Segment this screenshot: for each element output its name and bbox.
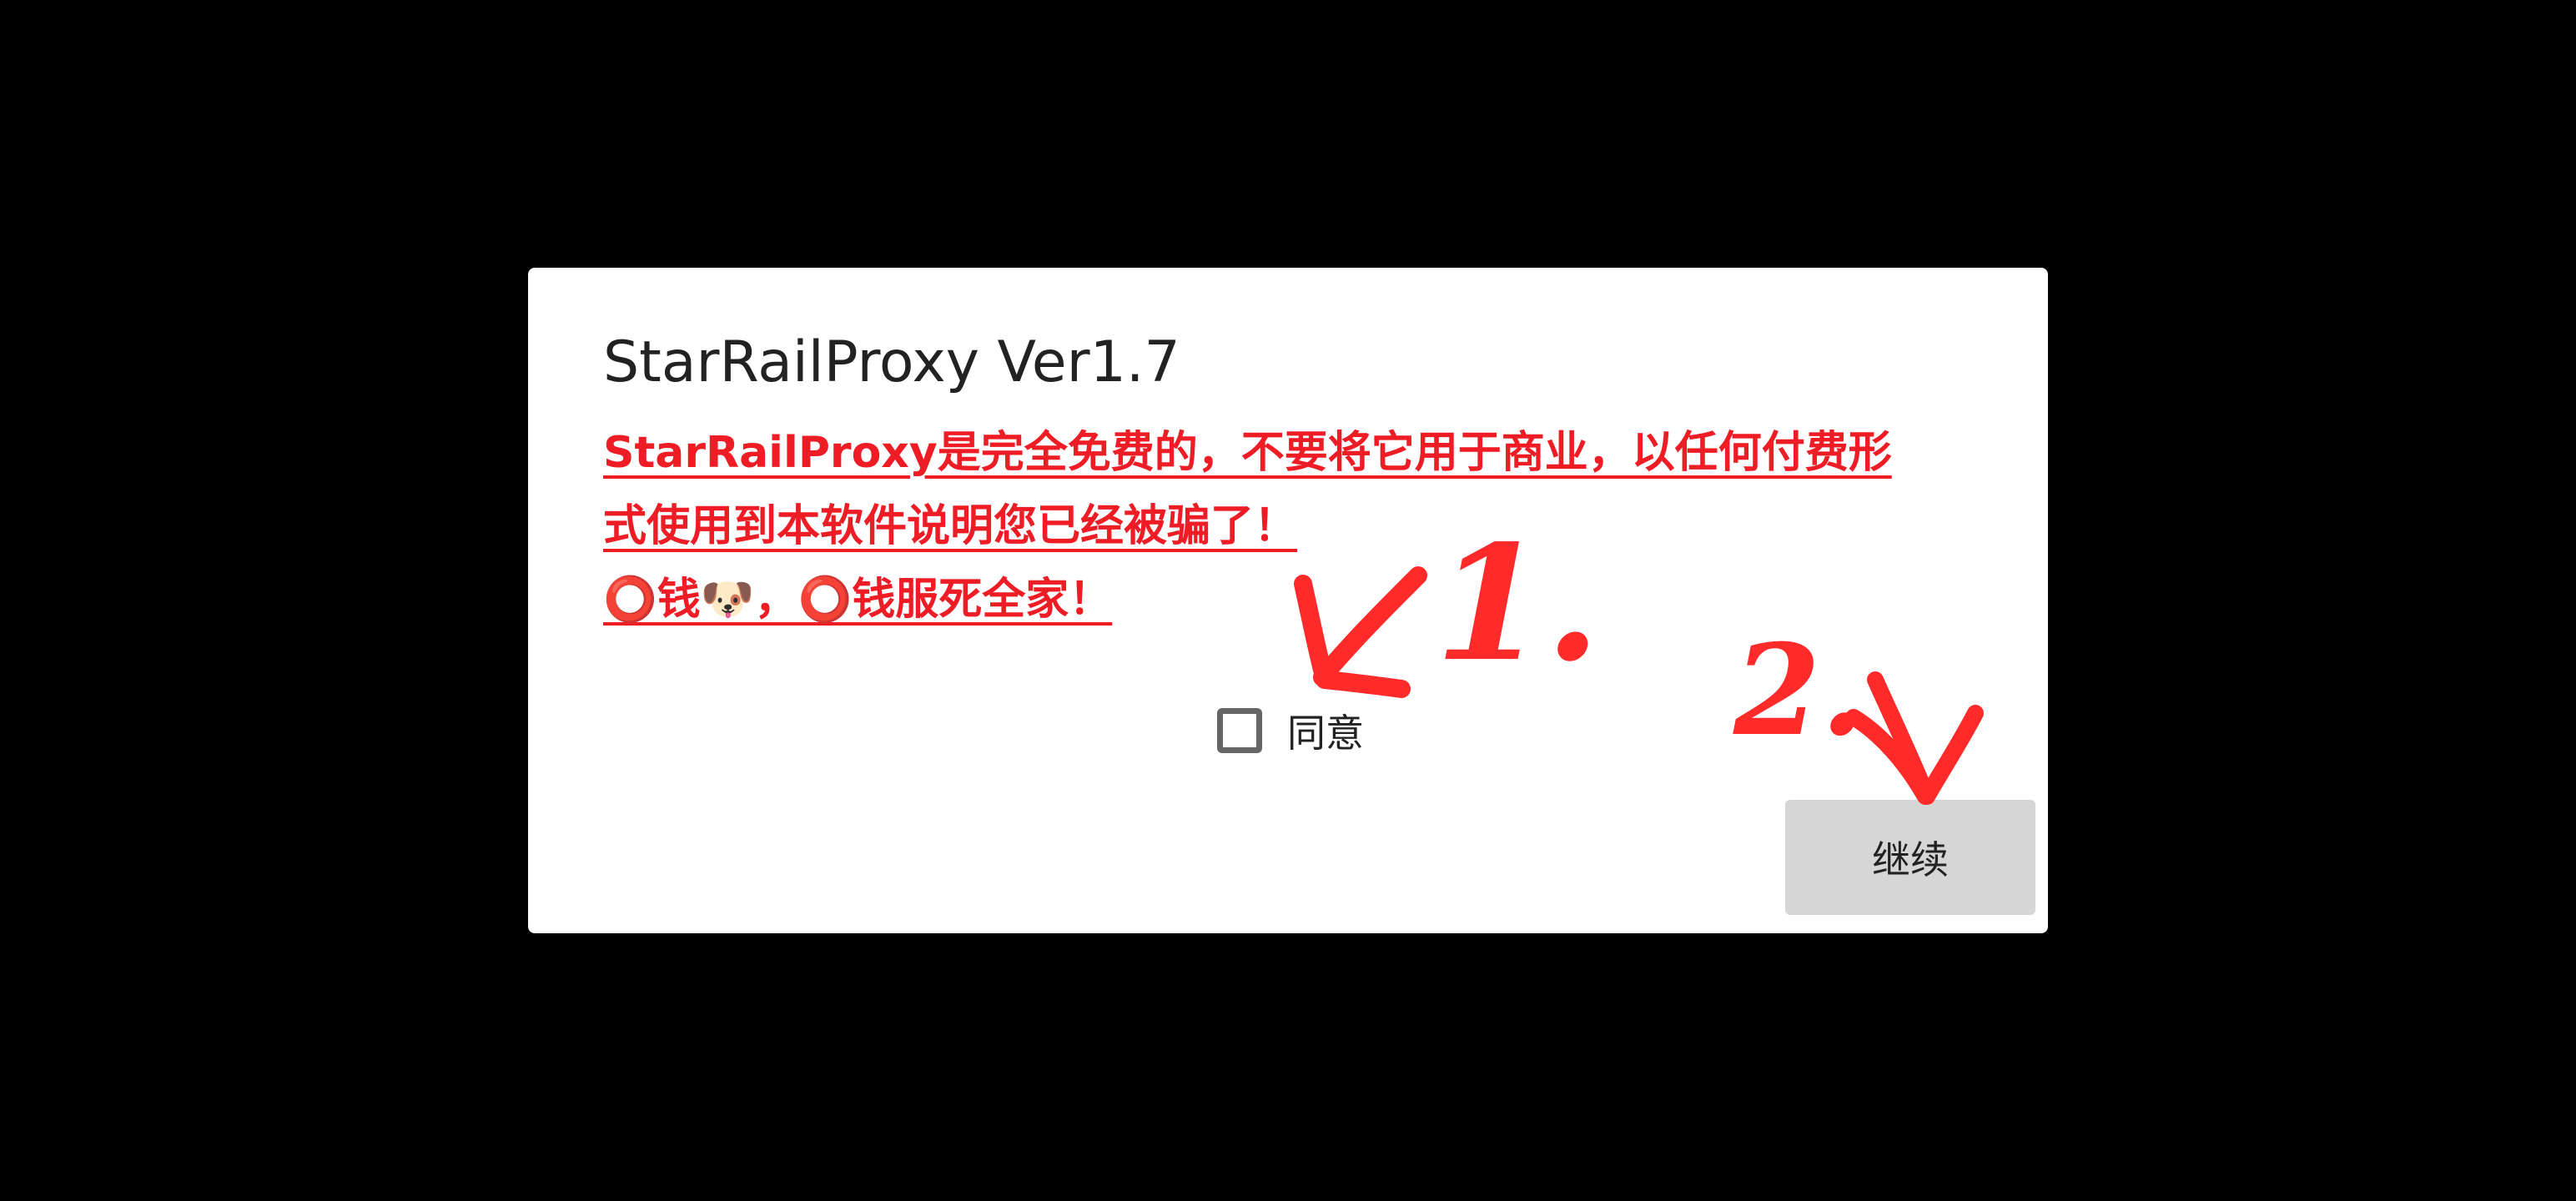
warning-line-1: StarRailProxy是完全免费的，不要将它用于商业，以任何付费形 bbox=[603, 428, 1892, 478]
warning-line-2: 式使用到本软件说明您已经被骗了！ bbox=[603, 501, 1298, 551]
disclaimer-dialog: StarRailProxy Ver1.7 StarRailProxy是完全免费的… bbox=[528, 268, 2048, 933]
agree-option[interactable]: 同意 bbox=[1217, 703, 1364, 758]
warning-text: StarRailProxy是完全免费的，不要将它用于商业，以任何付费形 式使用到… bbox=[603, 416, 1988, 636]
dialog-title: StarRailProxy Ver1.7 bbox=[603, 329, 1180, 395]
app-screen: StarRailProxy Ver1.7 StarRailProxy是完全免费的… bbox=[0, 0, 2576, 1201]
continue-button[interactable]: 继续 bbox=[1785, 800, 2035, 915]
agree-checkbox[interactable] bbox=[1217, 708, 1262, 753]
warning-line-3: ⭕钱🐶，⭕钱服死全家！ bbox=[603, 575, 1113, 625]
agree-label: 同意 bbox=[1287, 711, 1364, 756]
